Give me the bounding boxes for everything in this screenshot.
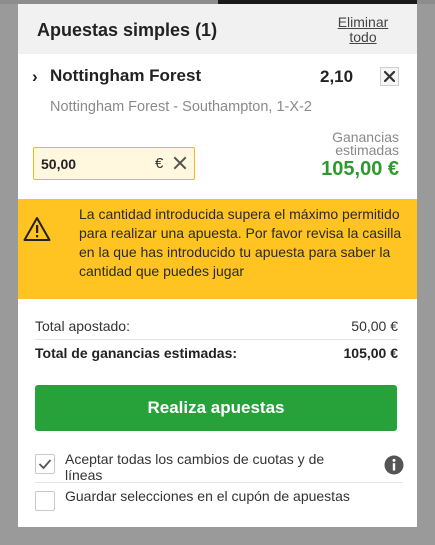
save-selections-checkbox[interactable] [35, 491, 55, 511]
betslip-header: Apuestas simples (1) Eliminar todo [18, 4, 417, 54]
estimated-winnings-value: 105,00 € [321, 158, 399, 180]
total-winnings-label: Total de ganancias estimadas: [35, 345, 238, 361]
divider [35, 482, 403, 483]
clear-stake-icon[interactable] [173, 156, 187, 170]
remove-selection-button[interactable] [380, 67, 399, 86]
bet-item: › Nottingham Forest 2,10 Nottingham Fore… [18, 54, 417, 199]
estimated-winnings-label: Ganancias estimadas [332, 129, 399, 158]
betslip-title: Apuestas simples (1) [37, 20, 218, 40]
total-staked-label: Total apostado: [35, 318, 130, 334]
close-icon [384, 71, 395, 82]
stake-currency: € [155, 155, 164, 172]
warning-message: La cantidad introducida supera el máximo… [79, 206, 402, 279]
total-staked-value: 50,00 € [351, 318, 398, 334]
accept-changes-label[interactable]: Aceptar todas los cambios de cuotas y de… [65, 451, 355, 483]
odds-value: 2,10 [320, 67, 354, 86]
checkmark-icon [38, 459, 52, 470]
market-description: Nottingham Forest - Southampton, 1-X-2 [50, 99, 312, 115]
betslip-summary: Total apostado: 50,00 € Total de gananci… [18, 299, 417, 527]
stake-value[interactable]: 50,00 [41, 156, 76, 172]
place-bet-button[interactable]: Realiza apuestas [35, 385, 397, 431]
divider [35, 339, 398, 340]
max-stake-warning: La cantidad introducida supera el máximo… [18, 199, 417, 299]
warning-icon [23, 217, 51, 241]
accept-changes-checkbox[interactable] [35, 454, 55, 474]
total-winnings-value: 105,00 € [343, 345, 399, 361]
chevron-right-icon[interactable]: › [32, 67, 38, 87]
selection-name: Nottingham Forest [50, 66, 202, 85]
clear-all-link[interactable]: Eliminar todo [327, 15, 399, 45]
info-icon[interactable] [384, 455, 404, 475]
betslip-panel: Apuestas simples (1) Eliminar todo › Not… [18, 4, 417, 527]
save-selections-label[interactable]: Guardar selecciones en el cupón de apues… [65, 488, 355, 504]
stake-input[interactable]: 50,00 € [33, 147, 195, 180]
